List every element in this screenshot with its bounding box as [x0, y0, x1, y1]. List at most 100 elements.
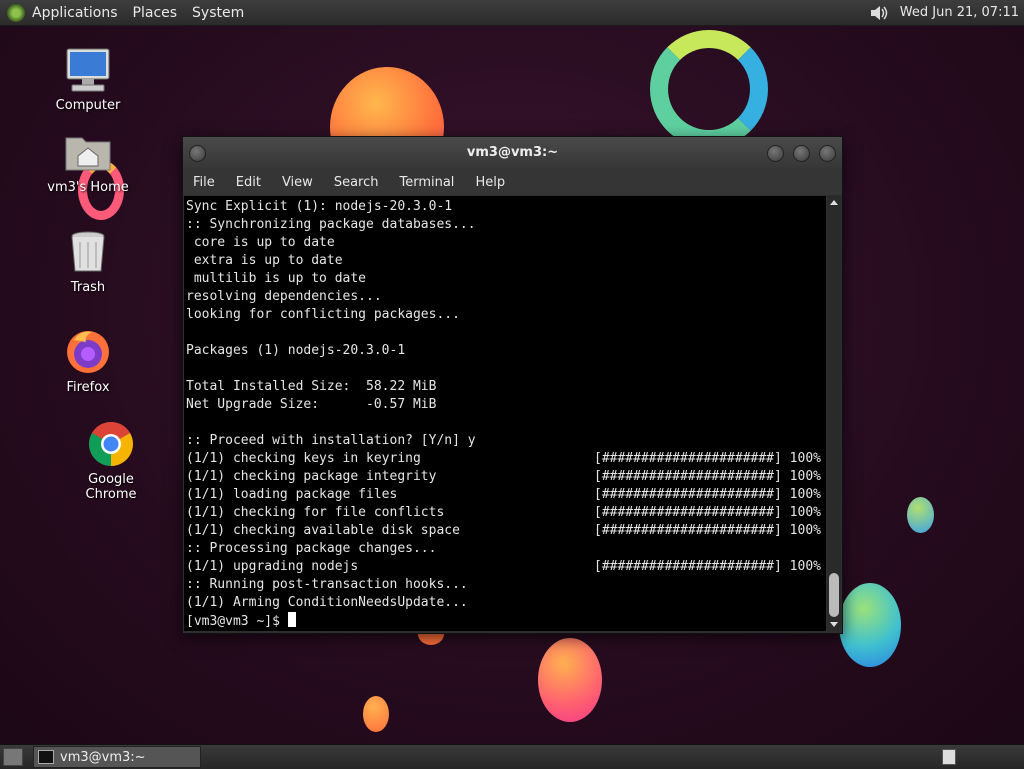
terminal-line: :: Proceed with installation? [Y/n] y [186, 432, 826, 450]
terminal-line-text: (1/1) Arming ConditionNeedsUpdate... [186, 595, 468, 610]
home-folder-icon [64, 128, 112, 176]
desktop-icon-label: Computer [55, 98, 121, 113]
terminal-line: extra is up to date [186, 252, 826, 270]
window-title: vm3@vm3:~ [466, 145, 559, 160]
terminal-line-text: (1/1) checking for file conflicts [186, 505, 445, 520]
terminal-line: multilib is up to date [186, 270, 826, 288]
menu-edit[interactable]: Edit [236, 175, 261, 190]
terminal-line: Packages (1) nodejs-20.3.0-1 [186, 342, 826, 360]
scroll-up-arrow-icon[interactable] [830, 200, 838, 205]
volume-icon[interactable] [868, 3, 890, 23]
terminal-scrollbar[interactable] [827, 196, 841, 631]
terminal-line-text: extra is up to date [186, 253, 343, 268]
terminal-line: :: Running post-transaction hooks... [186, 576, 826, 594]
terminal-line: (1/1) Arming ConditionNeedsUpdate... [186, 594, 826, 612]
menu-terminal[interactable]: Terminal [399, 175, 454, 190]
menu-applications[interactable]: Applications [32, 5, 118, 21]
menu-view[interactable]: View [282, 175, 313, 190]
window-menu-button[interactable] [189, 145, 206, 162]
trash-icon [64, 228, 112, 276]
decor-blob-blue-large [839, 583, 901, 667]
decor-blob-pink [538, 638, 602, 722]
menu-search[interactable]: Search [334, 175, 379, 190]
terminal-line: (1/1) loading package files [############… [186, 486, 826, 504]
workspace-switcher[interactable] [942, 749, 956, 765]
terminal-line-text: Packages (1) nodejs-20.3.0-1 [186, 343, 406, 358]
scroll-down-arrow-icon[interactable] [830, 622, 838, 627]
desktop-icon-chrome[interactable]: Google Chrome [63, 420, 159, 502]
menu-places[interactable]: Places [133, 5, 178, 21]
progress-bar-text: [######################] 100% [594, 487, 821, 502]
terminal-line-text: resolving dependencies... [186, 289, 382, 304]
desktop-icon-label: Trash [70, 280, 106, 295]
distro-logo-icon[interactable] [7, 3, 25, 22]
terminal-line: :: Processing package changes... [186, 540, 826, 558]
minimize-button[interactable] [767, 145, 784, 162]
terminal-line-text: :: Proceed with installation? [Y/n] y [186, 433, 476, 448]
chrome-icon [87, 420, 135, 468]
computer-icon [64, 46, 112, 94]
terminal-line: core is up to date [186, 234, 826, 252]
terminal-line-text: :: Processing package changes... [186, 541, 437, 556]
terminal-line-text: Total Installed Size: 58.22 MiB [186, 379, 437, 394]
terminal-line: (1/1) upgrading nodejs [#################… [186, 558, 826, 576]
terminal-line: Total Installed Size: 58.22 MiB [186, 378, 826, 396]
terminal-line: (1/1) checking for file conflicts [######… [186, 504, 826, 522]
terminal-line-text: looking for conflicting packages... [186, 307, 460, 322]
progress-bar-text: [######################] 100% [594, 505, 821, 520]
clock[interactable]: Wed Jun 21, 07:11 [900, 5, 1019, 20]
progress-bar-text: [######################] 100% [594, 523, 821, 538]
terminal-line-text: (1/1) checking package integrity [186, 469, 437, 484]
firefox-icon [64, 328, 112, 376]
progress-bar-text: [######################] 100% [594, 559, 821, 574]
terminal-line-text: Sync Explicit (1): nodejs-20.3.0-1 [186, 199, 453, 214]
maximize-button[interactable] [793, 145, 810, 162]
prompt-line[interactable]: [vm3@vm3 ~]$ [186, 612, 826, 630]
terminal-output[interactable]: Sync Explicit (1): nodejs-20.3.0-1:: Syn… [184, 196, 826, 631]
scrollbar-thumb[interactable] [829, 573, 839, 617]
terminal-line-text: (1/1) checking keys in keyring [186, 451, 421, 466]
terminal-line: resolving dependencies... [186, 288, 826, 306]
menu-system[interactable]: System [192, 5, 244, 21]
show-desktop-icon[interactable] [3, 748, 23, 766]
terminal-line-text: (1/1) loading package files [186, 487, 398, 502]
terminal-line-text: (1/1) upgrading nodejs [186, 559, 359, 574]
terminal-icon [38, 750, 54, 764]
menu-help[interactable]: Help [475, 175, 505, 190]
close-button[interactable] [819, 145, 836, 162]
terminal-menubar: File Edit View Search Terminal Help [183, 169, 842, 195]
taskbar-window-button[interactable]: vm3@vm3:~ [33, 746, 201, 768]
shell-prompt: [vm3@vm3 ~]$ [186, 614, 288, 629]
terminal-line: (1/1) checking keys in keyring [#########… [186, 450, 826, 468]
window-titlebar[interactable]: vm3@vm3:~ [183, 137, 842, 169]
progress-bar-text: [######################] 100% [594, 469, 821, 484]
terminal-line: Sync Explicit (1): nodejs-20.3.0-1 [186, 198, 826, 216]
progress-bar-text: [######################] 100% [594, 451, 821, 466]
desktop-icon-label: vm3's Home [47, 180, 129, 195]
terminal-line: looking for conflicting packages... [186, 306, 826, 324]
desktop-icon-trash[interactable]: Trash [43, 228, 133, 295]
decor-blob-small [363, 696, 389, 732]
terminal-line: (1/1) checking package integrity [#######… [186, 468, 826, 486]
terminal-line: :: Synchronizing package databases... [186, 216, 826, 234]
top-panel: Applications Places System Wed Jun 21, 0… [0, 0, 1024, 26]
decor-blob-blue-small [907, 497, 934, 533]
terminal-line-text: core is up to date [186, 235, 335, 250]
terminal-window[interactable]: vm3@vm3:~ File Edit View Search Terminal… [182, 136, 843, 634]
terminal-line: (1/1) checking available disk space [####… [186, 522, 826, 540]
terminal-line-text: :: Running post-transaction hooks... [186, 577, 468, 592]
desktop-icon-home[interactable]: vm3's Home [43, 128, 133, 195]
text-cursor [287, 612, 296, 627]
desktop-icon-firefox[interactable]: Firefox [43, 328, 133, 395]
terminal-line: Net Upgrade Size: -0.57 MiB [186, 396, 826, 414]
terminal-line-text: multilib is up to date [186, 271, 367, 286]
terminal-line-text: Net Upgrade Size: -0.57 MiB [186, 397, 437, 412]
menu-file[interactable]: File [193, 175, 215, 190]
desktop-icon-label: Google Chrome [85, 472, 137, 502]
decor-ring-green [650, 30, 768, 148]
desktop-icon-computer[interactable]: Computer [43, 46, 133, 113]
taskbar-window-label: vm3@vm3:~ [60, 749, 146, 765]
